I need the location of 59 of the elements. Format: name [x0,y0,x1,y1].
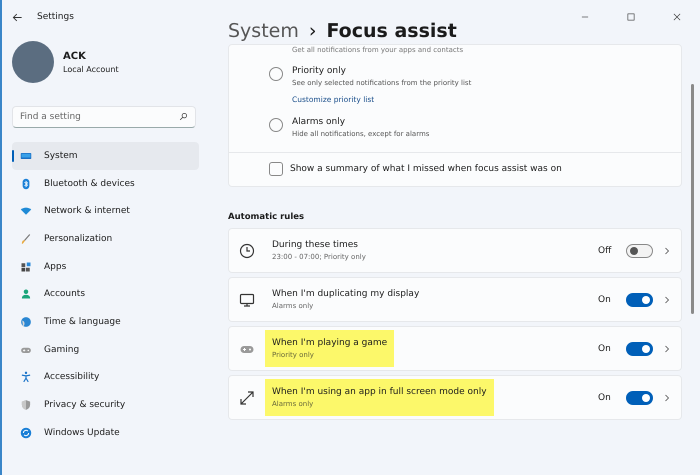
scrollbar[interactable] [691,84,694,314]
avatar-placeholder [12,41,54,83]
close-icon[interactable] [672,12,682,22]
radio-button[interactable] [269,118,283,132]
chevron-right-icon [663,246,671,254]
search-icon [179,112,188,121]
rule-title: When I'm using an app in full screen mode only [272,387,487,397]
checkbox-label: Show a summary of what I missed when focus assist was on [290,164,562,174]
accessibility-icon [20,371,32,384]
breadcrumb-separator: › [308,20,316,42]
sidebar-item[interactable]: Apps [12,252,199,280]
back-arrow-icon[interactable] [12,12,23,22]
bluetooth-icon [20,178,32,190]
clock-icon [239,242,255,258]
toggle-switch[interactable] [626,390,653,404]
sidebar-item[interactable]: System [12,142,199,170]
checkbox[interactable] [269,162,283,176]
sidebar-item[interactable]: Accounts [12,280,199,308]
chevron-right-icon [662,394,671,402]
page-title: Focus assist [326,20,457,42]
sidebar-item[interactable]: Bluetooth & devices [12,170,199,198]
rule-title: When I'm duplicating my display [272,289,420,299]
chevron-right-icon [662,344,671,352]
globe-icon [20,316,32,328]
toggle-state: On [598,392,612,402]
person-icon [20,288,32,300]
section-heading: Automatic rules [228,212,306,222]
refresh-icon [20,426,32,439]
sidebar-item[interactable]: Network & internet [12,197,199,226]
sidebar-item[interactable]: Accessibility [12,364,199,392]
sidebar-item[interactable]: Privacy & security [12,391,199,419]
sidebar-item[interactable]: Windows Update [12,418,199,447]
search-field[interactable]: Find a setting [12,106,196,128]
monitor-icon [239,292,255,308]
sidebar-item[interactable]: Personalization [12,225,199,253]
expand-arrows-icon [239,390,255,406]
option-label: Priority only [292,66,347,76]
sidebar-item[interactable]: Time & language [12,308,199,336]
toggle-switch[interactable] [626,342,653,356]
toggle-state: On [598,344,612,354]
option-label: Alarms only [292,117,346,127]
toggle-switch[interactable] [626,244,653,258]
rule-title: During these times [272,240,359,250]
apps-icon [20,260,32,273]
window-title: Settings [37,12,74,22]
shield-icon [20,399,32,412]
sidebar-item[interactable]: Gaming [12,336,199,364]
brush-icon [20,232,32,245]
toggle-switch[interactable] [626,292,653,306]
rule-title: When I'm playing a game [272,338,388,348]
chevron-right-icon [663,296,671,304]
radio-button[interactable] [269,67,283,81]
account-type: Local Account [63,64,119,74]
toggle-state: On [598,294,612,304]
wifi-icon [20,205,32,218]
maximize-icon[interactable] [626,12,636,22]
toggle-state: Off [598,246,612,256]
account-name: ACK [63,50,87,62]
breadcrumb-link[interactable]: System [228,20,299,42]
